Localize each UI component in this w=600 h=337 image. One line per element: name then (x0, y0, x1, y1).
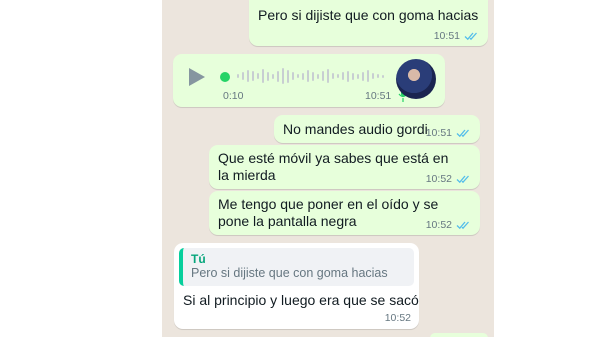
message-time: 10:51 (425, 127, 452, 139)
reply-quote[interactable]: Tú Pero si dijiste que con goma hacias (179, 248, 414, 286)
double-check-icon (456, 175, 469, 184)
message-outgoing-partial (430, 333, 488, 337)
message-time: 10:52 (425, 219, 452, 231)
quote-author: Tú (191, 252, 206, 266)
message-outgoing[interactable]: No mandes audio gordi 10:51 (274, 115, 480, 143)
message-text: Pero si dijiste que con goma hacias (258, 7, 479, 23)
message-outgoing[interactable]: Me tengo que poner en el oído y se pone … (209, 191, 480, 235)
message-text: Si al principio y luego era que se sacó (183, 292, 419, 308)
voice-progress-dot[interactable] (220, 72, 230, 82)
message-text: No mandes audio gordi (283, 121, 428, 137)
double-check-icon (464, 32, 477, 41)
message-meta: 10:52 (426, 219, 472, 231)
message-meta: 10:51 (426, 127, 472, 139)
voice-message[interactable]: 0:10 10:51 (173, 54, 445, 107)
waveform[interactable] (237, 65, 387, 87)
message-outgoing[interactable]: Que esté móvil ya sabes que está en la m… (209, 145, 480, 189)
chat-panel: Pero si dijiste que con goma hacias 10:5… (162, 0, 494, 337)
message-incoming[interactable]: Tú Pero si dijiste que con goma hacias S… (174, 243, 419, 329)
quote-text: Pero si dijiste que con goma hacias (191, 266, 388, 280)
message-time: 10:51 (365, 90, 392, 102)
message-time: 10:51 (433, 30, 460, 42)
message-time: 10:52 (384, 312, 411, 324)
message-time: 10:52 (425, 173, 452, 185)
double-check-icon (456, 129, 469, 138)
message-meta: 10:52 (426, 173, 472, 185)
voice-duration: 0:10 (223, 90, 244, 102)
message-meta: 10:52 (385, 312, 411, 324)
message-outgoing[interactable]: Pero si dijiste que con goma hacias 10:5… (249, 0, 488, 46)
contact-avatar (396, 59, 436, 99)
double-check-icon (456, 221, 469, 230)
play-icon[interactable] (189, 68, 205, 86)
message-meta: 10:51 (434, 30, 480, 42)
